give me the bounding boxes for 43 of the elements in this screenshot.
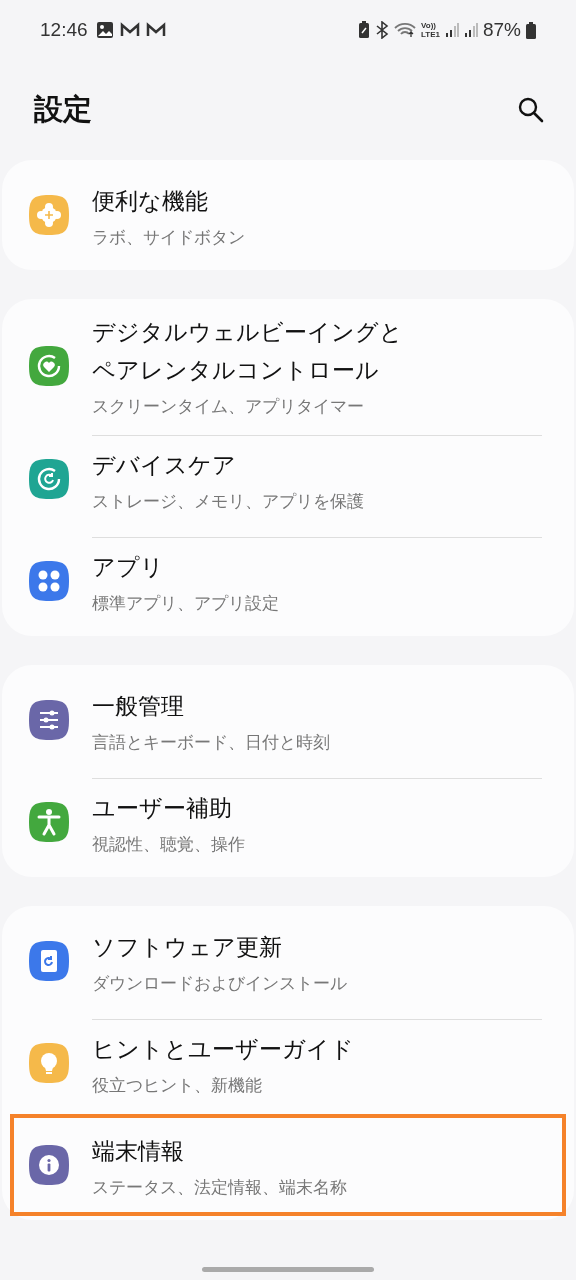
search-icon[interactable] bbox=[516, 95, 546, 125]
navigation-handle[interactable] bbox=[202, 1267, 374, 1272]
settings-item[interactable]: アプリ 標準アプリ、アプリ設定 bbox=[2, 530, 574, 632]
item-title: ユーザー補助 bbox=[92, 794, 233, 823]
item-title: 端末情報 bbox=[92, 1136, 185, 1166]
page-title: 設定 bbox=[34, 91, 93, 128]
item-title: ソフトウェア更新 bbox=[92, 932, 283, 962]
item-title: デバイスケア bbox=[92, 451, 237, 480]
battery-saver-icon bbox=[358, 21, 370, 39]
battery-percent: 87% bbox=[482, 19, 521, 41]
item-subtitle: ステータス、法定情報、端末名称 bbox=[92, 1175, 348, 1199]
item-subtitle: ストレージ、メモリ、アプリを保護 bbox=[92, 490, 365, 513]
battery-icon bbox=[526, 21, 536, 39]
item-title: ヒントとユーザーガイド bbox=[92, 1035, 355, 1064]
item-subtitle: 役立つヒント、新機能 bbox=[92, 1074, 263, 1097]
mail-icon bbox=[145, 22, 166, 38]
wifi-icon bbox=[394, 22, 416, 38]
settings-item[interactable]: 一般管理 言語とキーボード、日付と時刻 bbox=[2, 669, 574, 771]
volte-label: Vo)) bbox=[421, 21, 437, 30]
item-subtitle: 標準アプリ、アプリ設定 bbox=[92, 592, 280, 615]
item-subtitle: 視認性、聴覚、操作 bbox=[92, 833, 246, 856]
gallery-icon bbox=[95, 21, 114, 39]
item-subtitle: ダウンロードおよびインストール bbox=[92, 971, 348, 995]
signal-icon bbox=[463, 22, 478, 38]
status-time: 12:46 bbox=[40, 19, 88, 41]
settings-item[interactable]: デバイスケア ストレージ、メモリ、アプリを保護 bbox=[2, 428, 574, 530]
network-label: LTE1 bbox=[421, 30, 440, 39]
item-title: 便利な機能 bbox=[92, 186, 209, 216]
item-title: アプリ bbox=[92, 553, 165, 582]
settings-item[interactable]: 端末情報 ステータス、法定情報、端末名称 bbox=[10, 1114, 566, 1216]
item-title: デジタルウェルビーイングとペアレンタルコントロール bbox=[92, 318, 404, 385]
settings-item[interactable]: 便利な機能 ラボ、サイドボタン bbox=[2, 164, 574, 266]
settings-item[interactable]: デジタルウェルビーイングとペアレンタルコントロール スクリーンタイム、アプリタイマー bbox=[2, 303, 574, 428]
settings-item[interactable]: ヒントとユーザーガイド 役立つヒント、新機能 bbox=[2, 1012, 574, 1114]
mail-icon bbox=[119, 22, 140, 38]
item-subtitle: ラボ、サイドボタン bbox=[92, 225, 246, 249]
settings-item[interactable]: ユーザー補助 視認性、聴覚、操作 bbox=[2, 771, 574, 873]
bluetooth-icon bbox=[375, 21, 389, 39]
item-subtitle: 言語とキーボード、日付と時刻 bbox=[92, 730, 331, 754]
signal-icon bbox=[444, 22, 459, 38]
item-subtitle: スクリーンタイム、アプリタイマー bbox=[92, 395, 365, 418]
settings-item[interactable]: ソフトウェア更新 ダウンロードおよびインストール bbox=[2, 910, 574, 1012]
item-title: 一般管理 bbox=[92, 691, 185, 721]
